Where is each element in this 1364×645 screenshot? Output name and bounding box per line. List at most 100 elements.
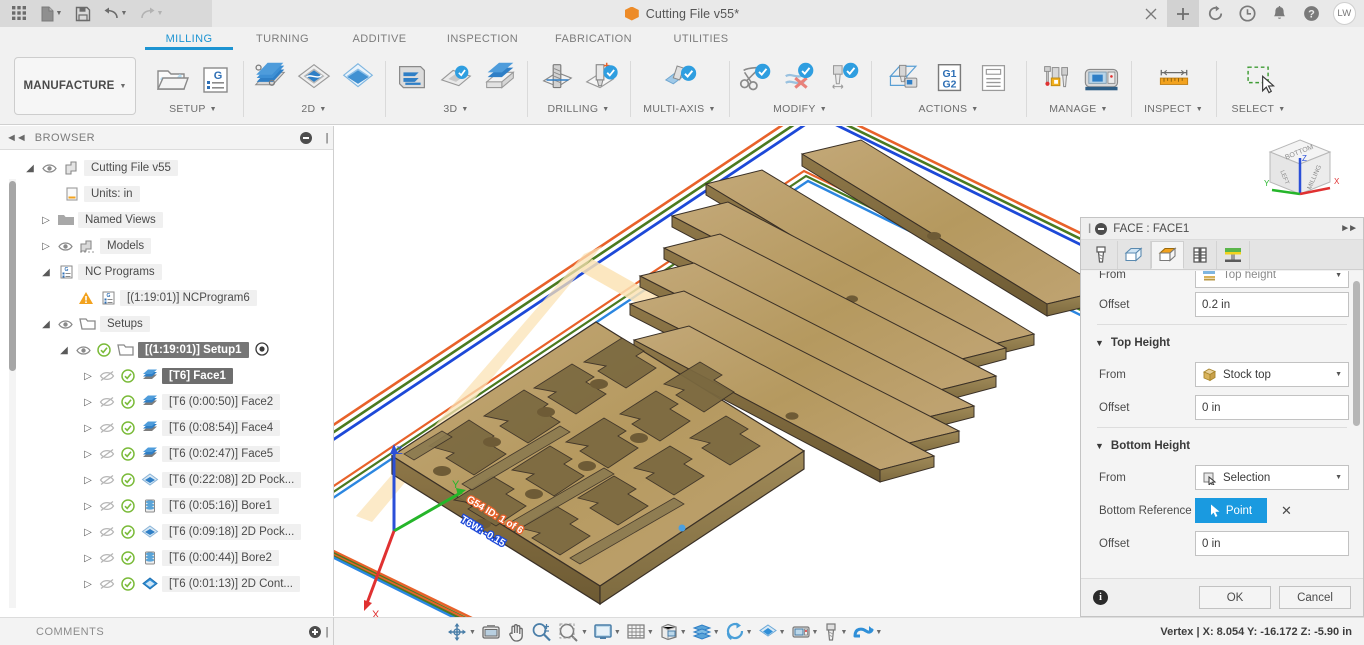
fit-tool[interactable]: ▼ (556, 619, 590, 645)
collapse-browser-icon[interactable]: ◄◄ (6, 132, 27, 144)
drill-button[interactable] (537, 58, 577, 100)
info-icon[interactable]: i (1093, 590, 1108, 605)
bottom-height-from-select[interactable]: Selection ▼ (1195, 465, 1349, 490)
expander-open-icon[interactable]: ◢ (38, 267, 54, 278)
tree-item-bore2[interactable]: ▷ [T6 (0:00:44)] Bore2 (0, 545, 333, 571)
visibility-off-icon[interactable] (96, 396, 118, 408)
expander-closed-icon[interactable]: ▷ (38, 241, 54, 252)
chevron-down-icon[interactable]: ▼ (469, 629, 476, 636)
new-file-button[interactable]: ▼ (34, 2, 68, 26)
tab-additive[interactable]: ADDITIVE (330, 33, 429, 45)
chevron-down-icon[interactable]: ▼ (1095, 441, 1104, 451)
tab-milling[interactable]: MILLING (143, 33, 235, 50)
comments-grip[interactable]: || (325, 626, 328, 638)
tree-item-setups[interactable]: ◢ Setups (0, 311, 333, 337)
linking-tab[interactable] (1217, 241, 1250, 269)
orbit-tool[interactable]: ▼ (444, 619, 478, 645)
field-top-height-from[interactable]: From Stock top ▼ (1081, 358, 1363, 391)
chevron-down-icon[interactable]: ▼ (1095, 338, 1104, 348)
bore-button[interactable] (581, 58, 621, 100)
chevron-down-icon[interactable]: ▼ (713, 629, 720, 636)
offset-input[interactable]: 0.2 in (1195, 292, 1349, 317)
workspace-switcher[interactable]: MANUFACTURE ▼ (14, 57, 136, 115)
panel-setup-label[interactable]: SETUP ▼ (169, 101, 217, 117)
visibility-off-icon[interactable] (96, 448, 118, 460)
3d-pocket-clearing-button[interactable] (436, 58, 476, 100)
panel-2d-label[interactable]: 2D ▼ (301, 101, 326, 117)
cancel-button[interactable]: Cancel (1279, 586, 1351, 609)
tree-item-face2[interactable]: ▷ [T6 (0:00:50)] Face2 (0, 389, 333, 415)
visibility-off-icon[interactable] (96, 370, 118, 382)
panel-multiaxis-label[interactable]: MULTI-AXIS ▼ (643, 101, 715, 117)
expander-closed-icon[interactable]: ▷ (38, 215, 54, 226)
redo-button[interactable]: ▼ (134, 2, 168, 26)
chevron-down-icon[interactable]: ▼ (1335, 474, 1342, 481)
target-marker-icon[interactable] (254, 341, 269, 359)
heights-tab[interactable] (1151, 241, 1184, 269)
tree-item-2d-pocket-1[interactable]: ▷ [T6 (0:22:08)] 2D Pock... (0, 467, 333, 493)
clear-selection-icon[interactable]: ✕ (1281, 503, 1292, 519)
chevron-down-icon[interactable]: ▼ (614, 629, 621, 636)
notifications-button[interactable] (1263, 0, 1295, 27)
field-bottom-height-offset[interactable]: Offset 0 in (1081, 527, 1363, 560)
pan-tool[interactable] (504, 619, 528, 645)
dialog-minimize-icon[interactable] (1095, 222, 1108, 235)
chevron-down-icon[interactable]: ▼ (746, 629, 753, 636)
from-select-clipped[interactable]: Top height ▼ (1195, 271, 1349, 288)
tree-item-nc-programs[interactable]: ◢ G NC Programs (0, 259, 333, 285)
section-top-height[interactable]: ▼ Top Height (1081, 328, 1363, 358)
new-tab-button[interactable] (1167, 0, 1199, 27)
top-height-offset-input[interactable]: 0 in (1195, 395, 1349, 420)
tree-item-2d-pocket-2[interactable]: ▷ [T6 (0:09:18)] 2D Pock... (0, 519, 333, 545)
ok-button[interactable]: OK (1199, 586, 1271, 609)
tree-item-bore1[interactable]: ▷ [T6 (0:05:16)] Bore1 (0, 493, 333, 519)
dialog-scrollbar-thumb[interactable] (1353, 281, 1360, 426)
save-button[interactable] (70, 2, 96, 26)
face-button[interactable] (250, 58, 290, 100)
tool-tab[interactable] (1085, 241, 1118, 269)
expander-closed-icon[interactable]: ▷ (80, 449, 96, 460)
expander-open-icon[interactable]: ◢ (22, 163, 38, 174)
chevron-down-icon[interactable]: ▼ (875, 629, 882, 636)
expander-closed-icon[interactable]: ▷ (80, 371, 96, 382)
browser-scrollbar-thumb[interactable] (9, 181, 16, 371)
expander-closed-icon[interactable]: ▷ (80, 579, 96, 590)
3d-horizontal-button[interactable] (480, 58, 520, 100)
tab-utilities[interactable]: UTILITIES (651, 33, 751, 45)
tree-item-face4[interactable]: ▷ [T6 (0:08:54)] Face4 (0, 415, 333, 441)
viewports-tool[interactable]: ▼ (657, 619, 689, 645)
display-settings-tool[interactable]: ▼ (591, 619, 623, 645)
panel-3d-label[interactable]: 3D ▼ (443, 101, 468, 117)
tree-item-setup1[interactable]: ◢ [(1:19:01)] Setup1 (0, 337, 333, 363)
expander-closed-icon[interactable]: ▷ (80, 397, 96, 408)
visibility-icon[interactable] (54, 241, 76, 252)
expander-closed-icon[interactable]: ▷ (80, 423, 96, 434)
geometry-tab[interactable] (1118, 241, 1151, 269)
visibility-icon[interactable] (38, 163, 60, 174)
dialog-grip[interactable]: || (1088, 223, 1092, 234)
close-tab-button[interactable] (1135, 0, 1167, 27)
chevron-down-icon[interactable]: ▼ (812, 629, 819, 636)
tree-item-named-views[interactable]: ▷ Named Views (0, 207, 333, 233)
add-comment-icon[interactable] (309, 625, 322, 638)
2d-pocket-button[interactable] (338, 58, 378, 100)
tree-item-cutting-file[interactable]: ◢ Cutting File v55 (0, 155, 333, 181)
chevron-down-icon[interactable]: ▼ (581, 629, 588, 636)
trim-toolpath-button[interactable] (736, 58, 776, 100)
delete-toolpath-button[interactable] (780, 58, 820, 100)
refresh-button[interactable] (1199, 0, 1231, 27)
panel-select-label[interactable]: SELECT ▼ (1232, 101, 1286, 117)
grid-snaps-tool[interactable]: ▼ (624, 619, 656, 645)
machine-view-tool[interactable]: ▼ (789, 619, 821, 645)
setup-button[interactable] (151, 58, 191, 100)
chevron-down-icon[interactable]: ▼ (680, 629, 687, 636)
expander-closed-icon[interactable]: ▷ (80, 527, 96, 538)
simulation-tool[interactable]: ▼ (723, 619, 755, 645)
undo-button[interactable]: ▼ (98, 2, 132, 26)
zoom-tool[interactable] (529, 619, 555, 645)
field-bottom-reference[interactable]: Bottom Reference Point ✕ (1081, 494, 1363, 527)
toolpath-tool[interactable]: ▼ (850, 619, 884, 645)
expander-closed-icon[interactable]: ▷ (80, 553, 96, 564)
chevron-down-icon[interactable]: ▼ (1335, 371, 1342, 378)
avatar[interactable]: LW (1333, 2, 1356, 25)
